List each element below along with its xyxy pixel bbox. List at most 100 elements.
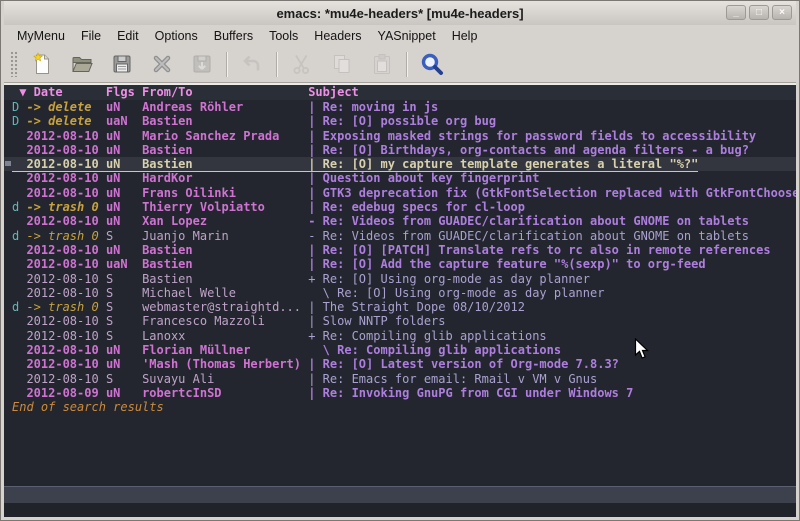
message-row-line: 2012-08-10 S Lanoxx + Re: Compiling glib… bbox=[12, 329, 547, 343]
mark-cell bbox=[12, 329, 26, 343]
subject-cell: | Re: [O] Birthdays, org-contacts and ag… bbox=[308, 143, 749, 157]
toolbar-separator bbox=[406, 52, 408, 77]
message-row-line: D -> delete uaN Bastien | Re: [O] possib… bbox=[12, 114, 496, 128]
menu-item-buffers[interactable]: Buffers bbox=[206, 27, 261, 45]
flags-cell: uaN bbox=[106, 114, 142, 128]
flags-cell: S bbox=[106, 300, 142, 314]
undo-icon bbox=[240, 52, 264, 76]
from-cell: Mario Sanchez Prada bbox=[142, 129, 308, 143]
mark-cell: D bbox=[12, 114, 26, 128]
flags-cell: uN bbox=[106, 129, 142, 143]
toolbar-search-button[interactable] bbox=[412, 49, 452, 79]
message-row[interactable]: 2012-08-10 S Lanoxx + Re: Compiling glib… bbox=[4, 329, 796, 343]
from-cell: Bastien bbox=[142, 157, 308, 171]
message-row[interactable]: 2012-08-10 uN Bastien | Re: [O] Birthday… bbox=[4, 143, 796, 157]
message-row[interactable]: d -> trash 0 uN Thierry Volpiatto | Re: … bbox=[4, 200, 796, 214]
maximize-button[interactable]: □ bbox=[749, 5, 769, 20]
date-cell: 2012-08-10 bbox=[26, 129, 105, 143]
date-cell: 2012-08-10 bbox=[26, 171, 105, 185]
message-row[interactable]: 2012-08-10 uN Bastien | Re: [O] my captu… bbox=[4, 157, 796, 171]
from-cell: Bastien bbox=[142, 257, 308, 271]
search-icon bbox=[419, 51, 445, 77]
flags-cell: uN bbox=[106, 143, 142, 157]
message-row[interactable]: 2012-08-10 uN Florian Müllner \ Re: Comp… bbox=[4, 343, 796, 357]
echo-area[interactable] bbox=[4, 503, 796, 517]
message-row[interactable]: d -> trash 0 S webmaster@straightd... | … bbox=[4, 300, 796, 314]
menu-item-yasnippet[interactable]: YASnippet bbox=[370, 27, 444, 45]
flags-cell: uN bbox=[106, 171, 142, 185]
menu-item-options[interactable]: Options bbox=[147, 27, 206, 45]
message-row[interactable]: 2012-08-10 uN Mario Sanchez Prada | Expo… bbox=[4, 129, 796, 143]
flags-cell: uN bbox=[106, 386, 142, 400]
message-row[interactable]: 2012-08-10 S Francesco Mazzoli | Slow NN… bbox=[4, 314, 796, 328]
toolbar-copy-button bbox=[322, 49, 362, 79]
message-row-line: 2012-08-10 uN Bastien | Re: [O] Birthday… bbox=[12, 143, 749, 157]
toolbar-save-button[interactable] bbox=[102, 49, 142, 79]
toolbar-open-folder-button[interactable] bbox=[62, 49, 102, 79]
column-headers[interactable]: ▼ Date Flgs From/To Subject bbox=[4, 85, 796, 100]
message-row-line: 2012-08-10 S Suvayu Ali | Re: Emacs for … bbox=[12, 372, 597, 386]
close-button[interactable]: × bbox=[772, 5, 792, 20]
date-cell: -> trash 0 bbox=[26, 200, 105, 214]
message-row[interactable]: 2012-08-10 uaN Bastien | Re: [O] Add the… bbox=[4, 257, 796, 271]
message-row-line: 2012-08-10 S Francesco Mazzoli | Slow NN… bbox=[12, 314, 446, 328]
message-row[interactable]: D -> delete uaN Bastien | Re: [O] possib… bbox=[4, 114, 796, 128]
message-row[interactable]: 2012-08-10 uN Frans Oilinki | GTK3 depre… bbox=[4, 186, 796, 200]
from-cell: Andreas Röhler bbox=[142, 100, 308, 114]
title-bar: emacs: *mu4e-headers* [mu4e-headers] _□× bbox=[4, 1, 796, 25]
toolbar-close-buffer-button[interactable] bbox=[142, 49, 182, 79]
menu-item-help[interactable]: Help bbox=[444, 27, 486, 45]
from-cell: HardKor bbox=[142, 171, 308, 185]
message-row[interactable]: 2012-08-10 uN Xan Lopez - Re: Videos fro… bbox=[4, 214, 796, 228]
from-cell: Lanoxx bbox=[142, 329, 308, 343]
save-as-icon bbox=[190, 52, 214, 76]
from-cell: Francesco Mazzoli bbox=[142, 314, 308, 328]
message-row[interactable]: 2012-08-10 S Michael Welle \ Re: [O] Usi… bbox=[4, 286, 796, 300]
message-row-line: 2012-08-10 uN Bastien | Re: [O] [PATCH] … bbox=[12, 243, 771, 257]
close-buffer-icon bbox=[150, 52, 174, 76]
menu-item-file[interactable]: File bbox=[73, 27, 109, 45]
minimize-button[interactable]: _ bbox=[726, 5, 746, 20]
new-file-icon bbox=[30, 52, 54, 76]
flags-cell: S bbox=[106, 372, 142, 386]
message-row[interactable]: d -> trash 0 S Juanjo Marin - Re: Videos… bbox=[4, 229, 796, 243]
menu-item-mymenu[interactable]: MyMenu bbox=[9, 27, 73, 45]
mark-cell bbox=[12, 286, 26, 300]
from-cell: Suvayu Ali bbox=[142, 372, 308, 386]
subject-cell: | Re: [O] Latest version of Org-mode 7.8… bbox=[308, 357, 619, 371]
from-cell: Juanjo Marin bbox=[142, 229, 308, 243]
mark-cell bbox=[12, 243, 26, 257]
toolbar-separator bbox=[226, 52, 228, 77]
message-row[interactable]: D -> delete uN Andreas Röhler | Re: movi… bbox=[4, 100, 796, 114]
subject-cell: | Question about key fingerprint bbox=[308, 171, 539, 185]
subject-cell: | Re: [O] my capture template generates … bbox=[308, 157, 698, 171]
mark-cell bbox=[12, 372, 26, 386]
flags-cell: uaN bbox=[106, 257, 142, 271]
mark-cell bbox=[12, 157, 26, 171]
message-row[interactable]: 2012-08-10 uN Bastien | Re: [O] [PATCH] … bbox=[4, 243, 796, 257]
message-row-line: d -> trash 0 uN Thierry Volpiatto | Re: … bbox=[12, 200, 525, 214]
subject-cell: - Re: Videos from GUADEC/clarification a… bbox=[308, 214, 749, 228]
toolbar-separator bbox=[276, 52, 278, 77]
message-row[interactable]: 2012-08-10 S Bastien + Re: [O] Using org… bbox=[4, 272, 796, 286]
message-row[interactable]: 2012-08-09 uN robertcInSD | Re: Invoking… bbox=[4, 386, 796, 400]
toolbar-paste-button bbox=[362, 49, 402, 79]
subject-cell: | Slow NNTP folders bbox=[308, 314, 445, 328]
subject-cell: + Re: Compiling glib applications bbox=[308, 329, 546, 343]
menu-item-headers[interactable]: Headers bbox=[306, 27, 369, 45]
menu-item-edit[interactable]: Edit bbox=[109, 27, 147, 45]
toolbar-new-file-button[interactable] bbox=[22, 49, 62, 79]
toolbar-drag-handle[interactable] bbox=[10, 51, 18, 77]
message-row-line: 2012-08-10 S Bastien + Re: [O] Using org… bbox=[12, 272, 590, 286]
cut-icon bbox=[290, 52, 314, 76]
message-row-line: 2012-08-10 S Michael Welle \ Re: [O] Usi… bbox=[12, 286, 604, 300]
flags-cell: S bbox=[106, 229, 142, 243]
message-row[interactable]: 2012-08-10 uN HardKor | Question about k… bbox=[4, 171, 796, 185]
message-row[interactable]: 2012-08-10 uN 'Mash (Thomas Herbert) | R… bbox=[4, 357, 796, 371]
message-row[interactable]: 2012-08-10 S Suvayu Ali | Re: Emacs for … bbox=[4, 372, 796, 386]
mark-cell bbox=[12, 129, 26, 143]
message-row-line: d -> trash 0 S webmaster@straightd... | … bbox=[12, 300, 525, 314]
subject-cell: - Re: Videos from GUADEC/clarification a… bbox=[308, 229, 749, 243]
menu-item-tools[interactable]: Tools bbox=[261, 27, 306, 45]
date-cell: 2012-08-10 bbox=[26, 357, 105, 371]
